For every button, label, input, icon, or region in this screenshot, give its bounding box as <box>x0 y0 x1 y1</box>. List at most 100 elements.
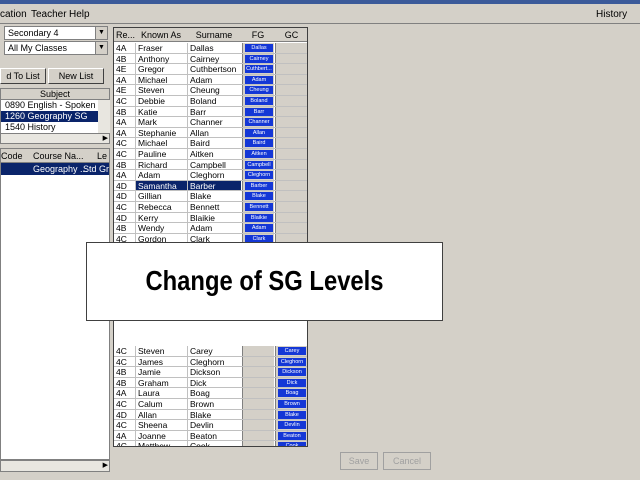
cell-surname[interactable]: Blake <box>187 409 241 420</box>
cell-fg[interactable]: Barber <box>242 180 274 191</box>
level-chip[interactable]: Campbell <box>245 160 273 169</box>
cell-fg[interactable]: Bennett <box>242 202 274 212</box>
level-chip[interactable]: Cheung <box>245 86 273 95</box>
cell-reg[interactable]: 4C <box>116 441 134 446</box>
cell-surname[interactable]: Blake <box>187 191 241 201</box>
cell-known-as[interactable]: Richard <box>135 159 187 170</box>
cell-known-as[interactable]: Laura <box>135 388 187 398</box>
cell-known-as[interactable]: Calum <box>135 399 187 409</box>
cell-known-as[interactable]: Samantha <box>135 180 187 191</box>
cell-known-as[interactable]: Gillian <box>135 191 187 201</box>
col-known-as[interactable]: Known As <box>135 30 187 40</box>
cell-surname[interactable]: Barr <box>187 106 241 117</box>
cell-known-as[interactable]: Wendy <box>135 223 187 233</box>
cell-fg[interactable] <box>242 367 274 377</box>
cell-known-as[interactable]: Fraser <box>135 43 187 53</box>
chevron-down-icon[interactable]: ▼ <box>95 42 107 54</box>
cell-reg[interactable]: 4D <box>116 410 134 420</box>
cell-known-as[interactable]: Michael <box>135 138 187 148</box>
chevron-down-icon[interactable]: ▼ <box>95 27 107 39</box>
cell-gc[interactable]: Boag <box>275 388 307 398</box>
cell-surname[interactable]: Campbell <box>187 159 241 170</box>
cell-fg[interactable]: Allan <box>242 127 274 138</box>
year-select[interactable]: Secondary 4 ▼ <box>4 26 108 40</box>
table-row[interactable]: 4B Richard Campbell Campbell <box>114 159 307 171</box>
cell-known-as[interactable]: Matthew <box>135 441 187 446</box>
level-chip[interactable]: Cleghorn <box>278 357 306 366</box>
cell-surname[interactable]: Beaton <box>187 430 241 441</box>
level-chip[interactable]: Aitken <box>245 150 273 158</box>
table-row[interactable]: 4A Adam Cleghorn Cleghorn <box>114 170 307 181</box>
cell-surname[interactable]: Aitken <box>187 149 241 159</box>
cell-reg[interactable]: 4B <box>116 54 134 64</box>
cell-reg[interactable]: 4A <box>116 388 134 398</box>
level-chip[interactable]: Cleghorn <box>245 171 273 180</box>
level-chip[interactable]: Channer <box>245 118 273 127</box>
cell-reg[interactable]: 4C <box>116 138 134 148</box>
cell-surname[interactable]: Cleghorn <box>187 170 241 180</box>
cell-reg[interactable]: 4A <box>116 117 134 127</box>
cell-reg[interactable]: 4C <box>116 149 134 159</box>
cell-fg[interactable] <box>242 346 274 356</box>
cell-gc[interactable] <box>275 149 307 159</box>
cell-reg[interactable]: 4A <box>116 75 134 85</box>
table-row[interactable]: 4D Allan Blake Blake <box>114 409 307 421</box>
cell-gc[interactable]: Brown <box>275 399 307 409</box>
cell-fg[interactable] <box>242 420 274 430</box>
cell-gc[interactable]: Carey <box>275 346 307 356</box>
table-row[interactable]: 4B Jamie Dickson Dickson <box>114 367 307 378</box>
list-item[interactable]: 1540 History <box>1 122 109 133</box>
cell-gc[interactable] <box>275 127 307 138</box>
table-row[interactable]: 4C Sheena Devlin Devlin <box>114 420 307 431</box>
cell-fg[interactable]: Baird <box>242 138 274 148</box>
cell-reg[interactable]: 4E <box>116 64 134 74</box>
cell-reg[interactable]: 4D <box>116 181 134 191</box>
cell-fg[interactable] <box>242 377 274 388</box>
col-gc[interactable]: GC <box>275 30 307 40</box>
level-chip[interactable]: Allan <box>245 128 273 137</box>
cell-surname[interactable]: Boag <box>187 388 241 398</box>
level-chip[interactable]: Bennett <box>245 203 273 211</box>
scroll-right-icon[interactable]: ▶ <box>103 134 108 142</box>
cell-fg[interactable]: Dallas <box>242 43 274 53</box>
level-chip[interactable]: Barr <box>245 107 273 116</box>
cell-known-as[interactable]: Sheena <box>135 420 187 430</box>
cell-surname[interactable]: Cheung <box>187 85 241 95</box>
cell-gc[interactable] <box>275 159 307 170</box>
cell-surname[interactable]: Barber <box>187 180 241 191</box>
table-row[interactable]: 4C Calum Brown Brown <box>114 399 307 410</box>
cell-surname[interactable]: Dickson <box>187 367 241 377</box>
table-row[interactable]: 4C Debbie Boland Boland <box>114 96 307 107</box>
table-row[interactable]: 4A Michael Adam Adam <box>114 74 307 86</box>
cancel-button[interactable]: Cancel <box>383 452 431 470</box>
cell-fg[interactable] <box>242 441 274 446</box>
cell-gc[interactable] <box>275 191 307 201</box>
cell-gc[interactable]: Cook <box>275 441 307 446</box>
col-level[interactable]: Le <box>97 151 107 161</box>
cell-gc[interactable]: Beaton <box>275 430 307 441</box>
level-chip[interactable]: Cairney <box>245 54 273 63</box>
cell-gc[interactable]: Cleghorn <box>275 356 307 367</box>
table-row[interactable]: 4E Steven Cheung Cheung <box>114 85 307 96</box>
table-row[interactable]: 4A Laura Boag Boag <box>114 388 307 399</box>
col-code[interactable]: Code <box>1 151 23 161</box>
cell-surname[interactable]: Brown <box>187 399 241 409</box>
level-chip[interactable]: Dick <box>278 378 306 387</box>
cell-surname[interactable]: Cleghorn <box>187 356 241 367</box>
cell-reg[interactable]: 4A <box>116 43 134 53</box>
cell-surname[interactable]: Dallas <box>187 43 241 53</box>
cell-reg[interactable]: 4A <box>116 431 134 441</box>
level-chip[interactable]: Cook <box>278 442 306 446</box>
level-chip[interactable]: Carey <box>278 347 306 355</box>
cell-fg[interactable]: Campbell <box>242 159 274 170</box>
table-row[interactable]: 4D Gillian Blake Blake <box>114 191 307 202</box>
cell-known-as[interactable]: Rebecca <box>135 202 187 212</box>
cell-gc[interactable] <box>275 85 307 95</box>
menu-item-education[interactable]: cation <box>0 9 27 20</box>
table-row[interactable]: 4D Kerry Blaikie Blaikie <box>114 212 307 224</box>
cell-gc[interactable] <box>275 223 307 233</box>
table-row[interactable]: Geography ... Std Gr <box>1 163 109 175</box>
cell-known-as[interactable]: Anthony <box>135 53 187 64</box>
cell-gc[interactable] <box>275 117 307 127</box>
cell-surname[interactable]: Carey <box>187 346 241 356</box>
